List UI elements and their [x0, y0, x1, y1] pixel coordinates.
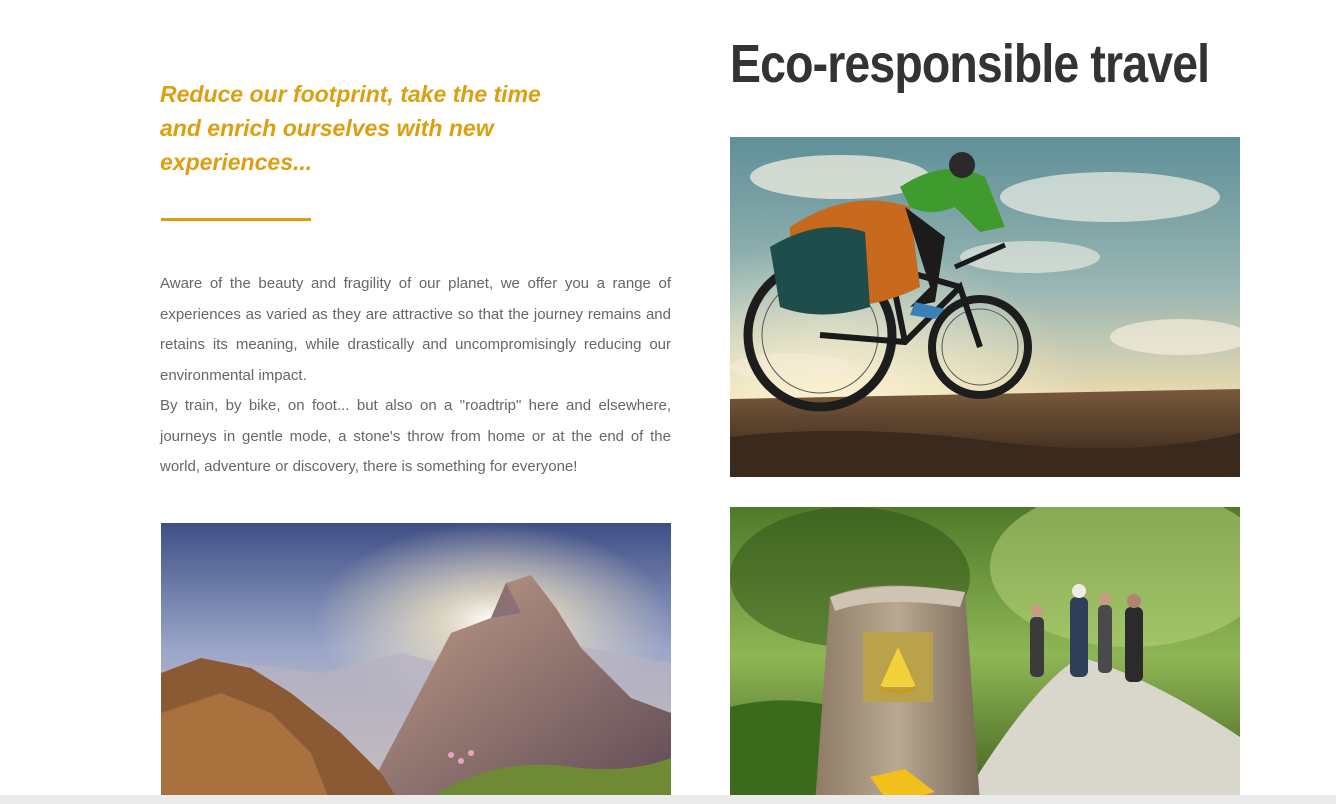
accent-divider: [161, 218, 311, 221]
horizontal-scrollbar[interactable]: [0, 795, 1336, 804]
tagline-line-3: experiences...: [160, 149, 313, 175]
tagline-line-2: and enrich ourselves with new: [160, 115, 494, 141]
tagline-line-1: Reduce our footprint, take the time: [160, 81, 541, 107]
tagline: Reduce our footprint, take the time and …: [160, 77, 560, 179]
page-title: Eco-responsible travel: [730, 34, 1210, 94]
cyclist-photo: [730, 137, 1240, 477]
intro-paragraph-2: By train, by bike, on foot... but also o…: [160, 397, 671, 475]
hiking-trail-marker-photo: [730, 507, 1240, 804]
mountain-sunrise-photo: [161, 523, 671, 804]
intro-paragraph-1: Aware of the beauty and fragility of our…: [160, 275, 671, 384]
intro-text: Aware of the beauty and fragility of our…: [160, 269, 671, 483]
page: Reduce our footprint, take the time and …: [0, 0, 1336, 804]
